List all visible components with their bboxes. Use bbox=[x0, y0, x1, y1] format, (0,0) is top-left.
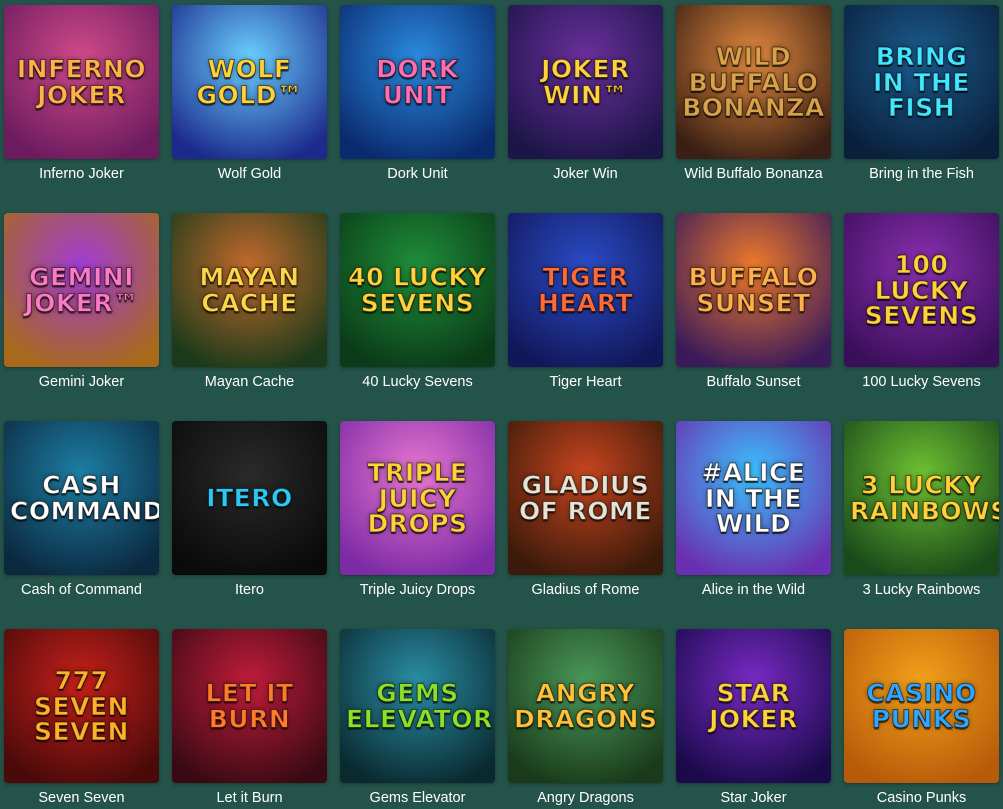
game-logo-text: 3 Lucky Rainbows bbox=[850, 470, 1000, 525]
game-logo-text: Buffalo Sunset bbox=[688, 262, 819, 317]
game-title[interactable]: Gemini Joker bbox=[4, 374, 159, 390]
game-thumbnail[interactable]: Itero bbox=[172, 421, 327, 575]
game-logo-text: #Alice in the Wild bbox=[701, 457, 806, 538]
game-thumbnail[interactable]: Casino Punks bbox=[844, 629, 999, 783]
game-tile[interactable]: Tiger Heart Tiger Heart bbox=[508, 213, 663, 390]
game-title[interactable]: Cash of Command bbox=[4, 582, 159, 598]
game-logo-text: Triple Juicy Drops bbox=[367, 457, 468, 538]
game-logo-text: Angry Dragons bbox=[514, 678, 658, 733]
game-title[interactable]: Casino Punks bbox=[844, 790, 999, 806]
game-thumbnail[interactable]: Star Joker bbox=[676, 629, 831, 783]
game-title[interactable]: Wild Buffalo Bonanza bbox=[676, 166, 831, 182]
game-tile[interactable]: Gems Elevator Gems Elevator bbox=[340, 629, 495, 806]
game-thumbnail[interactable]: 777 Seven Seven bbox=[4, 629, 159, 783]
game-title[interactable]: Let it Burn bbox=[172, 790, 327, 806]
game-tile[interactable]: Triple Juicy Drops Triple Juicy Drops bbox=[340, 421, 495, 598]
game-logo-text: Itero bbox=[206, 483, 293, 513]
game-tile[interactable]: Angry Dragons Angry Dragons bbox=[508, 629, 663, 806]
game-grid: Inferno Joker Inferno Joker Wolf Gold™ Wolf… bbox=[4, 5, 999, 806]
game-tile[interactable]: Itero Itero bbox=[172, 421, 327, 598]
game-thumbnail[interactable]: Gemini Joker™ bbox=[4, 213, 159, 367]
game-title[interactable]: 3 Lucky Rainbows bbox=[844, 582, 999, 598]
game-tile[interactable]: Dork Unit Dork Unit bbox=[340, 5, 495, 182]
game-tile[interactable]: Gemini Joker™ Gemini Joker bbox=[4, 213, 159, 390]
game-tile[interactable]: Wild Buffalo Bonanza Wild Buffalo Bonanza bbox=[676, 5, 831, 182]
game-thumbnail[interactable]: Bring in the Fish bbox=[844, 5, 999, 159]
game-tile[interactable]: Gladius of Rome Gladius of Rome bbox=[508, 421, 663, 598]
game-logo-text: Gems Elevator bbox=[346, 678, 493, 733]
game-logo-text: 777 Seven Seven bbox=[34, 665, 129, 746]
game-thumbnail[interactable]: 40 Lucky Sevens bbox=[340, 213, 495, 367]
game-title[interactable]: Wolf Gold bbox=[172, 166, 327, 182]
game-thumbnail[interactable]: Joker Win™ bbox=[508, 5, 663, 159]
game-tile[interactable]: 40 Lucky Sevens 40 Lucky Sevens bbox=[340, 213, 495, 390]
game-tile[interactable]: 777 Seven Seven Seven Seven bbox=[4, 629, 159, 806]
game-logo-text: Tiger Heart bbox=[537, 262, 634, 317]
game-thumbnail[interactable]: Let It Burn bbox=[172, 629, 327, 783]
game-thumbnail[interactable]: Inferno Joker bbox=[4, 5, 159, 159]
game-title[interactable]: 40 Lucky Sevens bbox=[340, 374, 495, 390]
game-title[interactable]: Joker Win bbox=[508, 166, 663, 182]
game-logo-text: Star Joker bbox=[709, 678, 798, 733]
game-tile[interactable]: Buffalo Sunset Buffalo Sunset bbox=[676, 213, 831, 390]
game-title[interactable]: Alice in the Wild bbox=[676, 582, 831, 598]
game-title[interactable]: Triple Juicy Drops bbox=[340, 582, 495, 598]
game-thumbnail[interactable]: Tiger Heart bbox=[508, 213, 663, 367]
game-title[interactable]: Angry Dragons bbox=[508, 790, 663, 806]
game-tile[interactable]: 100 Lucky Sevens 100 Lucky Sevens bbox=[844, 213, 999, 390]
game-title[interactable]: Tiger Heart bbox=[508, 374, 663, 390]
game-logo-text: Dork Unit bbox=[376, 54, 459, 109]
game-tile[interactable]: 3 Lucky Rainbows 3 Lucky Rainbows bbox=[844, 421, 999, 598]
game-thumbnail[interactable]: 100 Lucky Sevens bbox=[844, 213, 999, 367]
game-title[interactable]: Bring in the Fish bbox=[844, 166, 999, 182]
game-logo-text: Inferno Joker bbox=[16, 54, 147, 109]
game-thumbnail[interactable]: Triple Juicy Drops bbox=[340, 421, 495, 575]
game-title[interactable]: Gladius of Rome bbox=[508, 582, 663, 598]
game-title[interactable]: Dork Unit bbox=[340, 166, 495, 182]
game-thumbnail[interactable]: Dork Unit bbox=[340, 5, 495, 159]
game-tile[interactable]: Inferno Joker Inferno Joker bbox=[4, 5, 159, 182]
game-logo-text: Bring in the Fish bbox=[873, 41, 970, 122]
game-thumbnail[interactable]: 3 Lucky Rainbows bbox=[844, 421, 999, 575]
game-title[interactable]: Itero bbox=[172, 582, 327, 598]
game-tile[interactable]: Wolf Gold™ Wolf Gold bbox=[172, 5, 327, 182]
game-logo-text: Wolf Gold™ bbox=[196, 54, 303, 109]
game-tile[interactable]: Joker Win™ Joker Win bbox=[508, 5, 663, 182]
game-tile[interactable]: Mayan Cache Mayan Cache bbox=[172, 213, 327, 390]
game-thumbnail[interactable]: Gladius of Rome bbox=[508, 421, 663, 575]
game-logo-text: 100 Lucky Sevens bbox=[864, 249, 979, 330]
game-title[interactable]: Seven Seven bbox=[4, 790, 159, 806]
game-logo-text: Wild Buffalo Bonanza bbox=[682, 41, 825, 122]
game-logo-text: Cash Command bbox=[10, 470, 160, 525]
game-logo-text: 40 Lucky Sevens bbox=[348, 262, 487, 317]
game-tile[interactable]: Star Joker Star Joker bbox=[676, 629, 831, 806]
game-title[interactable]: Inferno Joker bbox=[4, 166, 159, 182]
game-logo-text: Gemini Joker™ bbox=[24, 262, 139, 317]
game-title[interactable]: Gems Elevator bbox=[340, 790, 495, 806]
game-logo-text: Mayan Cache bbox=[199, 262, 300, 317]
game-tile[interactable]: Cash Command Cash of Command bbox=[4, 421, 159, 598]
game-thumbnail[interactable]: Cash Command bbox=[4, 421, 159, 575]
game-thumbnail[interactable]: Gems Elevator bbox=[340, 629, 495, 783]
game-title[interactable]: Mayan Cache bbox=[172, 374, 327, 390]
game-thumbnail[interactable]: Wild Buffalo Bonanza bbox=[676, 5, 831, 159]
game-tile[interactable]: #Alice in the Wild Alice in the Wild bbox=[676, 421, 831, 598]
game-logo-text: Gladius of Rome bbox=[519, 470, 653, 525]
game-thumbnail[interactable]: Buffalo Sunset bbox=[676, 213, 831, 367]
game-title[interactable]: Buffalo Sunset bbox=[676, 374, 831, 390]
game-tile[interactable]: Let It Burn Let it Burn bbox=[172, 629, 327, 806]
game-thumbnail[interactable]: Angry Dragons bbox=[508, 629, 663, 783]
game-title[interactable]: Star Joker bbox=[676, 790, 831, 806]
game-logo-text: Let It Burn bbox=[205, 678, 294, 733]
game-title[interactable]: 100 Lucky Sevens bbox=[844, 374, 999, 390]
game-tile[interactable]: Bring in the Fish Bring in the Fish bbox=[844, 5, 999, 182]
game-logo-text: Casino Punks bbox=[866, 678, 977, 733]
game-thumbnail[interactable]: #Alice in the Wild bbox=[676, 421, 831, 575]
game-logo-text: Joker Win™ bbox=[541, 54, 630, 109]
game-thumbnail[interactable]: Wolf Gold™ bbox=[172, 5, 327, 159]
game-thumbnail[interactable]: Mayan Cache bbox=[172, 213, 327, 367]
game-tile[interactable]: Casino Punks Casino Punks bbox=[844, 629, 999, 806]
